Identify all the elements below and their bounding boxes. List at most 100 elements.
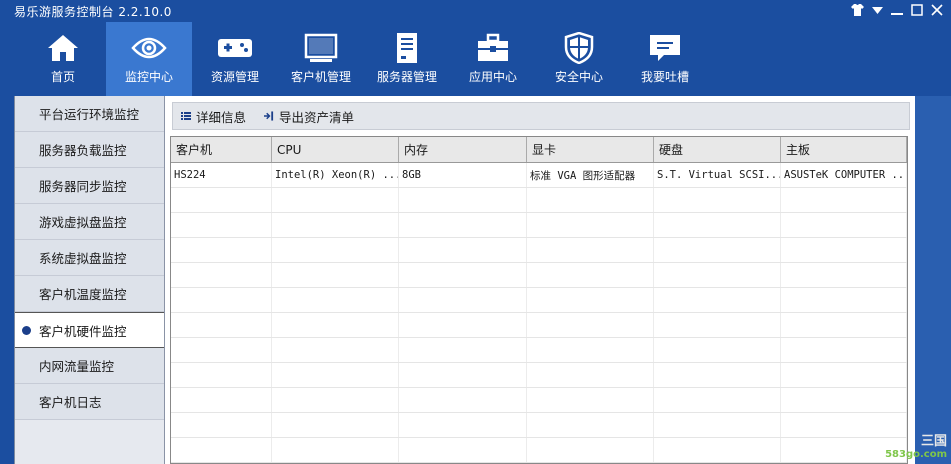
nav-label: 资源管理 xyxy=(210,70,259,84)
empty-cell xyxy=(654,288,781,312)
column-header-memory[interactable]: 内存 xyxy=(399,137,527,162)
nav-home[interactable]: 首页 xyxy=(20,22,106,96)
empty-cell xyxy=(171,188,272,212)
table-cell: 8GB xyxy=(399,163,527,187)
close-icon[interactable] xyxy=(929,2,945,18)
empty-cell xyxy=(399,188,527,212)
empty-table-row xyxy=(171,263,907,288)
empty-cell xyxy=(527,388,654,412)
empty-cell xyxy=(272,388,399,412)
empty-cell xyxy=(781,263,907,287)
empty-cell xyxy=(399,388,527,412)
column-header-motherboard[interactable]: 主板 xyxy=(781,137,907,162)
empty-cell xyxy=(781,363,907,387)
table-cell: ASUSTeK COMPUTER ... xyxy=(781,163,907,187)
empty-cell xyxy=(654,213,781,237)
empty-cell xyxy=(527,188,654,212)
sidebar-item-label: 内网流量监控 xyxy=(39,359,115,374)
eye-icon xyxy=(131,32,167,64)
empty-cell xyxy=(399,263,527,287)
empty-cell xyxy=(171,363,272,387)
empty-cell xyxy=(171,238,272,262)
nav-label: 我要吐槽 xyxy=(640,70,689,84)
nav-monitor-center[interactable]: 监控中心 xyxy=(106,22,192,96)
background-strip: 三国 583go.com xyxy=(885,96,951,464)
nav-label: 服务器管理 xyxy=(376,70,437,84)
empty-cell xyxy=(781,238,907,262)
table-cell: S.T. Virtual SCSI... xyxy=(654,163,781,187)
nav-server-management[interactable]: 服务器管理 xyxy=(364,22,450,96)
nav-app-center[interactable]: 应用中心 xyxy=(450,22,536,96)
sidebar-item-game-vdisk[interactable]: 游戏虚拟盘监控 xyxy=(15,204,164,240)
empty-cell xyxy=(171,438,272,462)
empty-cell xyxy=(654,388,781,412)
empty-cell xyxy=(654,238,781,262)
sidebar-item-platform-env[interactable]: 平台运行环境监控 xyxy=(15,96,164,132)
dropdown-icon[interactable] xyxy=(869,2,885,18)
empty-cell xyxy=(399,338,527,362)
sidebar-item-server-sync[interactable]: 服务器同步监控 xyxy=(15,168,164,204)
empty-cell xyxy=(171,388,272,412)
toolbox-icon xyxy=(475,32,511,64)
sidebar-item-client-log[interactable]: 客户机日志 xyxy=(15,384,164,420)
nav-label: 安全中心 xyxy=(554,70,603,84)
maximize-icon[interactable] xyxy=(909,2,925,18)
export-assets-button[interactable]: 导出资产清单 xyxy=(264,107,354,126)
empty-cell xyxy=(527,238,654,262)
minimize-icon[interactable] xyxy=(889,2,905,18)
column-header-cpu[interactable]: CPU xyxy=(272,137,399,162)
shirt-icon[interactable] xyxy=(849,2,865,18)
sidebar-item-label: 服务器负载监控 xyxy=(39,143,127,158)
empty-table-row xyxy=(171,288,907,313)
monitor-icon xyxy=(303,32,339,64)
empty-cell xyxy=(654,263,781,287)
sidebar-item-system-vdisk[interactable]: 系统虚拟盘监控 xyxy=(15,240,164,276)
window-controls xyxy=(849,2,945,18)
empty-cell xyxy=(399,238,527,262)
empty-table-row xyxy=(171,313,907,338)
empty-table-row xyxy=(171,413,907,438)
table-cell: Intel(R) Xeon(R) ... xyxy=(272,163,399,187)
table-cell: HS224 xyxy=(171,163,272,187)
empty-cell xyxy=(399,438,527,462)
empty-rows xyxy=(171,188,907,463)
nav-label: 客户机管理 xyxy=(290,70,351,84)
nav-security-center[interactable]: 安全中心 xyxy=(536,22,622,96)
empty-cell xyxy=(171,313,272,337)
empty-table-row xyxy=(171,213,907,238)
shield-icon xyxy=(561,32,597,64)
empty-cell xyxy=(527,288,654,312)
column-header-disk[interactable]: 硬盘 xyxy=(654,137,781,162)
details-button[interactable]: 详细信息 xyxy=(181,107,246,126)
app-title: 易乐游服务控制台 2.2.10.0 xyxy=(14,5,172,19)
watermark: 三国 583go.com xyxy=(885,430,947,460)
nav-client-management[interactable]: 客户机管理 xyxy=(278,22,364,96)
empty-table-row xyxy=(171,438,907,463)
column-header-gpu[interactable]: 显卡 xyxy=(527,137,654,162)
sidebar-item-client-hardware[interactable]: 客户机硬件监控 xyxy=(15,312,164,348)
empty-cell xyxy=(399,313,527,337)
empty-cell xyxy=(171,413,272,437)
empty-cell xyxy=(527,338,654,362)
nav-feedback[interactable]: 我要吐槽 xyxy=(622,22,708,96)
empty-table-row xyxy=(171,363,907,388)
empty-cell xyxy=(527,363,654,387)
main-panel: 详细信息 导出资产清单 客户机 CPU 内存 显卡 硬盘 主板 HS224 In… xyxy=(168,96,916,464)
empty-table-row xyxy=(171,388,907,413)
nav-resource-management[interactable]: 资源管理 xyxy=(192,22,278,96)
empty-cell xyxy=(399,288,527,312)
sidebar-item-label: 服务器同步监控 xyxy=(39,179,127,194)
empty-cell xyxy=(654,313,781,337)
empty-cell xyxy=(272,438,399,462)
table-row[interactable]: HS224 Intel(R) Xeon(R) ... 8GB 标准 VGA 图形… xyxy=(171,163,907,188)
table-cell: 标准 VGA 图形适配器 xyxy=(527,163,654,187)
sidebar-item-server-load[interactable]: 服务器负载监控 xyxy=(15,132,164,168)
column-header-client[interactable]: 客户机 xyxy=(171,137,272,162)
sidebar-item-lan-traffic[interactable]: 内网流量监控 xyxy=(15,348,164,384)
nav-label: 监控中心 xyxy=(124,70,173,84)
table-header: 客户机 CPU 内存 显卡 硬盘 主板 xyxy=(171,137,907,163)
export-label: 导出资产清单 xyxy=(279,109,355,125)
sidebar-item-client-temp[interactable]: 客户机温度监控 xyxy=(15,276,164,312)
main-nav: 首页 监控中心 资源管理 客户机管理 服务器管理 应用中心 安全中心 我要吐槽 xyxy=(20,22,708,96)
empty-cell xyxy=(654,413,781,437)
